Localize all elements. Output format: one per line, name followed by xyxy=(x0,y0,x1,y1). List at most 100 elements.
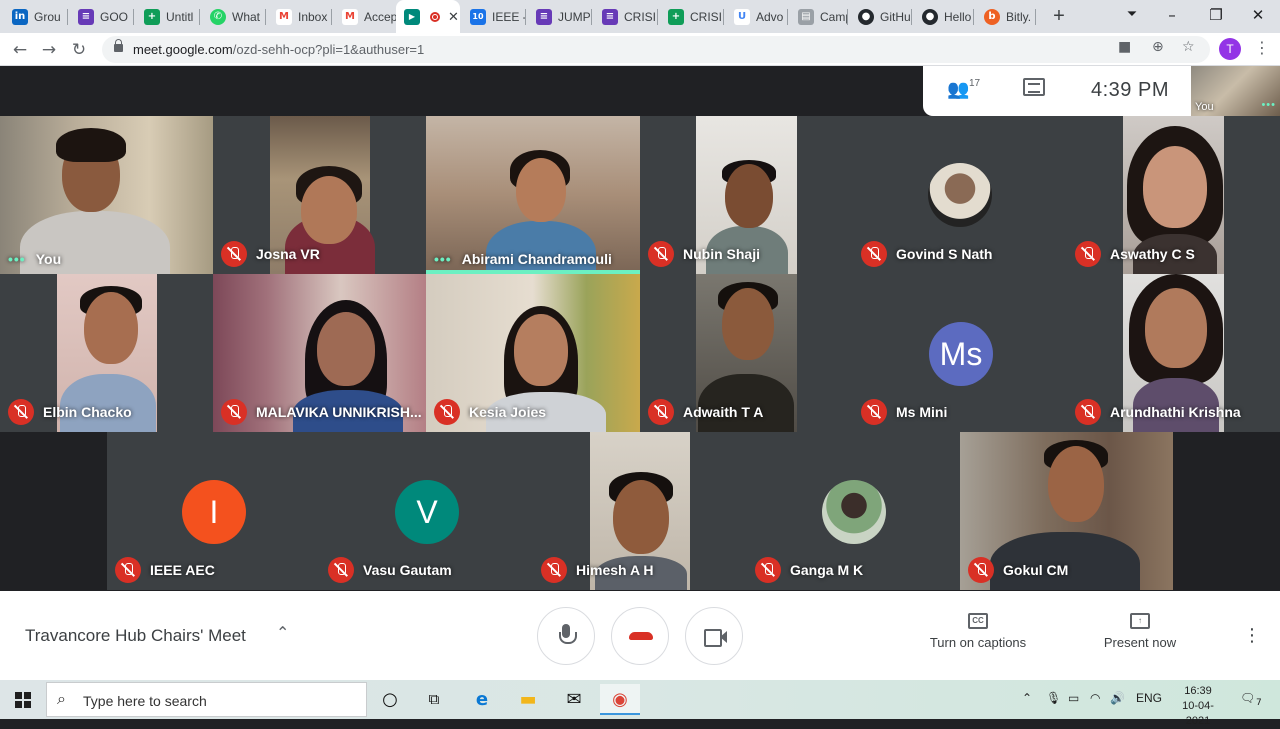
meet-grid: 👥 17 4:39 PM You ••• ••• You Josna VR •••… xyxy=(0,66,1280,591)
tab-label: Accep xyxy=(364,9,396,24)
browser-tab-bar: in Grou ≡ GOO + Untitl ✆ What M Inbox M Accep … xyxy=(0,0,1280,33)
participant-tile-govind[interactable]: Govind S Nath xyxy=(853,116,1067,274)
whatsapp-icon: ✆ xyxy=(210,8,226,25)
participant-tile-arundhathi[interactable]: Arundhathi Krishna xyxy=(1067,274,1280,432)
participant-tile-adwaith[interactable]: Adwaith T A xyxy=(640,274,853,432)
tab-sheets[interactable]: + Untitl xyxy=(136,0,200,33)
more-options-icon[interactable]: ⋮ xyxy=(1243,625,1261,646)
participant-tile-ganga[interactable]: Ganga M K xyxy=(747,432,960,590)
tab-forms-crisis[interactable]: ≡ CRISI xyxy=(594,0,658,33)
magnet-icon: U xyxy=(734,8,750,25)
cortana-icon[interactable]: ○ xyxy=(370,684,410,715)
self-view-thumbnail[interactable]: You ••• xyxy=(1191,66,1280,116)
volume-icon[interactable]: 🔊 xyxy=(1110,691,1125,705)
participant-name-tag: Ganga M K xyxy=(755,557,863,583)
tab-advo[interactable]: U Advo xyxy=(726,0,788,33)
participant-tile-aswathy[interactable]: Aswathy C S xyxy=(1067,116,1280,274)
camera-button[interactable] xyxy=(685,607,743,665)
participant-name-tag: Nubin Shaji xyxy=(648,241,760,267)
participant-tile-kesia[interactable]: Kesia Joies xyxy=(426,274,640,432)
meet-info-bar: 👥 17 4:39 PM xyxy=(923,66,1191,116)
participant-tile-malavika[interactable]: MALAVIKA UNNIKRISH... xyxy=(213,274,426,432)
omnibox[interactable]: meet.google.com/ozd-sehh-ocp?pli=1&authu… xyxy=(102,36,1210,63)
close-window-button[interactable]: ✕ xyxy=(1236,0,1280,33)
url-text[interactable]: meet.google.com/ozd-sehh-ocp?pli=1&authu… xyxy=(133,42,424,57)
taskbar-clock[interactable]: 16:39 10-04-2021 xyxy=(1170,684,1226,729)
meeting-clock: 4:39 PM xyxy=(1091,79,1169,101)
zoom-icon[interactable]: ⊕ xyxy=(1152,39,1164,55)
initials-avatar: I xyxy=(182,480,246,544)
participant-tile-ms-mini[interactable]: Ms Ms Mini xyxy=(853,274,1067,432)
initials-avatar: Ms xyxy=(929,322,993,386)
bookmark-star-icon[interactable]: ☆ xyxy=(1182,39,1195,55)
participant-name-tag: Govind S Nath xyxy=(861,241,992,267)
participant-tile-vasu[interactable]: V Vasu Gautam xyxy=(320,432,533,590)
tab-gmail-accept[interactable]: M Accep xyxy=(334,0,396,33)
taskbar-search-input[interactable]: ⌕ Type here to search xyxy=(46,682,367,717)
wifi-icon[interactable]: ◠ xyxy=(1090,691,1100,705)
chevron-up-icon[interactable]: ⌃ xyxy=(276,623,289,642)
microphone-button[interactable] xyxy=(537,607,595,665)
notifications-icon[interactable]: 🗨 xyxy=(1240,691,1255,705)
present-screen-icon: ↑ xyxy=(1130,613,1150,629)
leave-call-button[interactable] xyxy=(611,607,669,665)
camera-indicator-icon[interactable]: ■ xyxy=(1118,39,1131,55)
task-view-icon[interactable]: ⧉ xyxy=(414,684,454,715)
tab-linkedin[interactable]: in Grou xyxy=(4,0,68,33)
participant-tile-himesh[interactable]: Himesh A H xyxy=(533,432,747,590)
participant-name-tag: Kesia Joies xyxy=(434,399,546,425)
url-path: /ozd-sehh-ocp?pli=1&authuser=1 xyxy=(232,42,425,57)
windows-taskbar: ⌕ Type here to search ○ ⧉ e ▬ ✉ ◉ ⌃ 🎙 ▭ … xyxy=(0,680,1280,727)
microphone-tray-icon[interactable]: 🎙 xyxy=(1046,691,1061,705)
windows-start-icon[interactable] xyxy=(15,692,31,708)
reload-button[interactable]: ↻ xyxy=(66,37,92,63)
close-tab-icon[interactable]: ✕ xyxy=(448,9,459,25)
participant-count: 17 xyxy=(969,78,981,89)
back-button[interactable]: ← xyxy=(7,37,33,63)
tab-gmail-inbox[interactable]: M Inbox xyxy=(268,0,332,33)
file-explorer-icon[interactable]: ▬ xyxy=(508,684,548,715)
participant-name: Arundhathi Krishna xyxy=(1110,404,1241,420)
tab-forms[interactable]: ≡ GOO xyxy=(70,0,134,33)
tab-calendar[interactable]: 10 IEEE - xyxy=(462,0,526,33)
participant-tile-gokul[interactable]: Gokul CM xyxy=(960,432,1173,590)
participant-tile-ieee-aec[interactable]: I IEEE AEC xyxy=(107,432,320,590)
mail-icon[interactable]: ✉ xyxy=(554,684,594,715)
tab-meet-active[interactable]: ▶ ✕ xyxy=(396,0,460,33)
mic-off-icon xyxy=(221,241,247,267)
new-tab-button[interactable]: + xyxy=(1047,4,1071,28)
participant-name: You xyxy=(35,251,62,267)
participant-name-tag: Arundhathi Krishna xyxy=(1075,399,1241,425)
maximize-button[interactable]: ❐ xyxy=(1194,0,1238,33)
tab-whatsapp[interactable]: ✆ What xyxy=(202,0,266,33)
edge-icon[interactable]: e xyxy=(462,684,502,715)
participant-tile-josna[interactable]: Josna VR xyxy=(213,116,426,274)
forward-button[interactable]: → xyxy=(36,37,62,63)
participant-name: Josna VR xyxy=(256,246,320,262)
tab-github-hello[interactable]: ● Hello xyxy=(914,0,974,33)
tab-search-button[interactable]: ⏷ xyxy=(1110,0,1154,33)
people-icon[interactable]: 👥 xyxy=(947,79,969,100)
captions-button[interactable]: CC Turn on captions xyxy=(918,613,1038,650)
chat-icon[interactable] xyxy=(1023,78,1045,96)
profile-avatar[interactable]: T xyxy=(1219,38,1241,60)
browser-menu-icon[interactable]: ⋮ xyxy=(1254,38,1270,57)
participant-tile-abirami[interactable]: ••• Abirami Chandramouli xyxy=(426,116,640,274)
tab-camp[interactable]: ▤ Camp xyxy=(790,0,848,33)
present-now-button[interactable]: ↑ Present now xyxy=(1090,613,1190,650)
participant-tile-nubin[interactable]: Nubin Shaji xyxy=(640,116,853,274)
minimize-button[interactable]: – xyxy=(1150,0,1194,33)
tab-forms-jump[interactable]: ≡ JUMP xyxy=(528,0,592,33)
battery-icon[interactable]: ▭ xyxy=(1068,691,1079,705)
tab-github[interactable]: ● GitHu xyxy=(850,0,912,33)
show-hidden-icons-icon[interactable]: ⌃ xyxy=(1022,691,1032,705)
meeting-title[interactable]: Travancore Hub Chairs' Meet xyxy=(25,626,246,646)
participant-tile-you[interactable]: ••• You xyxy=(0,116,213,274)
input-language[interactable]: ENG xyxy=(1136,691,1162,705)
forms-icon: ≡ xyxy=(78,8,94,25)
tab-label: Grou xyxy=(34,9,61,24)
chrome-icon[interactable]: ◉ xyxy=(600,684,640,715)
participant-tile-elbin[interactable]: Elbin Chacko xyxy=(0,274,213,432)
tab-bitly[interactable]: b Bitly. xyxy=(976,0,1036,33)
tab-sheets-crisis[interactable]: + CRISI xyxy=(660,0,724,33)
